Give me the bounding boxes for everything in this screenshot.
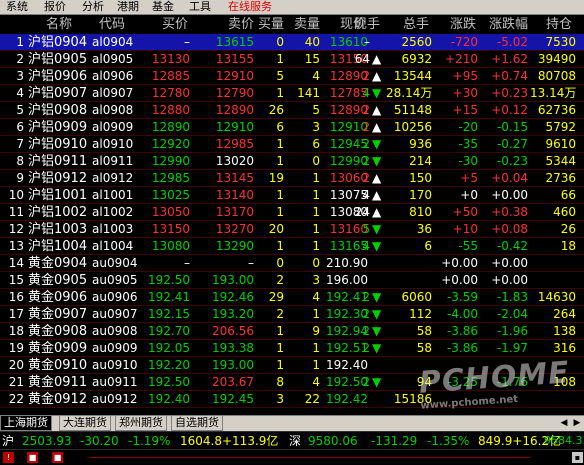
row-separator (0, 407, 584, 408)
quote-row[interactable]: 7 沪铝0910 al0910 12920 12985 1 6 12945 2 ▼ 936 -35 -0… (0, 136, 584, 153)
alert-icon[interactable]: ! (3, 452, 14, 463)
tab-watchlist-futures[interactable]: 自选期货 (171, 416, 223, 431)
signal-icon[interactable]: ■ (27, 452, 38, 463)
quote-row[interactable]: 16 黄金0906 au0906 192.41 192.46 29 4 192.41 2 ▼ 606… (0, 289, 584, 306)
tab-scroll-left-icon[interactable]: ◀ (558, 416, 570, 430)
menu-bar: 系统 报价 分析 港期 基金 工具 在线服务 (0, 0, 584, 15)
tab-zhengzhou-futures[interactable]: 郑州期货 (115, 416, 167, 431)
quote-row[interactable]: 6 沪铝0909 al0909 12890 12910 6 3 12910 2 ▲ 10256 -20… (0, 119, 584, 136)
col-header-open-interest[interactable]: 持仓 (534, 15, 572, 34)
col-header-ask-vol[interactable]: 卖量 (288, 15, 320, 34)
sz-label: 深 (289, 434, 302, 448)
col-header-ask[interactable]: 卖价 (212, 15, 254, 34)
quote-row[interactable]: 20 黄金0910 au0910 192.20 193.00 1 1 192.40 (0, 357, 584, 374)
menu-fund[interactable]: 基金 (152, 0, 174, 14)
tab-shanghai-futures[interactable]: 上海期货 (0, 416, 52, 431)
quote-row[interactable]: 13 沪铝1004 al1004 13080 13290 1 1 13165 4 ▼ 6 -55 -0.… (0, 238, 584, 255)
status-bar: ! ■ ■ ▪ (0, 449, 584, 465)
tab-scroll-right-icon[interactable]: ▶ (571, 416, 583, 430)
menu-system[interactable]: 系统 (6, 0, 28, 14)
col-header-change-pct[interactable]: 涨跌幅 (482, 15, 528, 34)
quote-row[interactable]: 2 沪铝0905 al0905 13130 13155 1 15 13150 64 ▲ 6932 +2… (0, 51, 584, 68)
sh-change-pct: -1.19% (128, 434, 171, 448)
menu-tools[interactable]: 工具 (189, 0, 211, 14)
quote-row[interactable]: 1 沪铝0904 al0904–13615 0 40 13610–2560 -720 -5.0… (0, 34, 584, 51)
sh-amount: 1604.8+113.9亿 (180, 434, 279, 448)
quote-row[interactable]: 5 沪铝0908 al0908 12880 12890 26 5 12890 2 ▲ 51148 +1… (0, 102, 584, 119)
index-ticker: 沪 2503.93 -30.20 -1.19% 1604.8+113.9亿 深 … (0, 431, 584, 450)
extra-index: 9584.3 (544, 434, 583, 447)
sh-index: 2503.93 (22, 434, 72, 448)
col-header-code[interactable]: 代码 (92, 15, 132, 34)
sz-index: 9580.06 (308, 434, 358, 448)
menu-analysis[interactable]: 分析 (82, 0, 104, 14)
col-header-bid-vol[interactable]: 买量 (254, 15, 284, 34)
quote-row[interactable]: 18 黄金0908 au0908 192.70 206.56 1 9 192.94 2 ▼ 58 -3… (0, 323, 584, 340)
table-header: 名称 代码 买价 卖价 买量 卖量 现价 现手 总手 涨跌 涨跌幅 持仓 (0, 15, 584, 34)
quote-row[interactable]: 14 黄金0904 au0904– –0 0 210.90 +0.00 +0.00 (0, 255, 584, 272)
quote-row[interactable]: 4 沪铝0907 al0907 12780 12790 1 141 12785 4 ▼ 28.14万… (0, 85, 584, 102)
col-header-name[interactable]: 名称 (38, 15, 80, 34)
quote-row[interactable]: 12 沪铝1003 al1003 13150 13270 20 1 13160 5 ▼ 36 +10 +… (0, 221, 584, 238)
col-header-bid[interactable]: 买价 (148, 15, 188, 34)
quote-row[interactable]: 8 沪铝0911 al0911 12990 13020 1 0 12990 2 ▼ 214 -30 -0… (0, 153, 584, 170)
sz-change: -131.29 (371, 434, 418, 448)
news-icon[interactable]: ■ (52, 452, 63, 463)
market-tab-bar: 上海期货 大连期货 郑州期货 自选期货 ◀ ▶ (0, 415, 584, 431)
quote-row[interactable]: 21 黄金0911 au0911 192.50 203.67 8 4 192.50 2 ▼ 94 -3… (0, 374, 584, 391)
connection-icon[interactable]: ▪ (572, 452, 583, 463)
quote-row[interactable]: 15 黄金0905 au0905 192.50 193.00 2 3 196.00 +0.00 +… (0, 272, 584, 289)
sh-change: -30.20 (80, 434, 119, 448)
menu-hk-futures[interactable]: 港期 (117, 0, 139, 14)
sz-change-pct: -1.35% (427, 434, 470, 448)
tab-dalian-futures[interactable]: 大连期货 (59, 416, 111, 431)
col-header-total-vol[interactable]: 总手 (391, 15, 429, 34)
col-header-change[interactable]: 涨跌 (440, 15, 476, 34)
quote-row[interactable]: 19 黄金0909 au0909 192.05 193.38 1 1 192.51 2 ▼ 58 -3… (0, 340, 584, 357)
quote-row[interactable]: 22 黄金0912 au0912 192.40 192.45 3 22 192.42 15186 (0, 391, 584, 408)
menu-quotes[interactable]: 报价 (44, 0, 66, 14)
quote-table: 名称 代码 买价 卖价 买量 卖量 现价 现手 总手 涨跌 涨跌幅 持仓 1 沪铝… (0, 15, 584, 415)
quote-row[interactable]: 9 沪铝0912 al0912 12985 13145 19 1 13060 2 ▲ 150 +5 +0… (0, 170, 584, 187)
status-divider (90, 457, 530, 458)
quote-row[interactable]: 10 沪铝1001 al1001 13025 13140 1 1 13075 4 ▲ 170 +0 +0… (0, 187, 584, 204)
col-header-cur-vol[interactable]: 现手 (346, 15, 380, 34)
sh-label: 沪 (2, 434, 15, 448)
quote-row[interactable]: 3 沪铝0906 al0906 12885 12910 5 4 12890 2 ▲ 13544 +95… (0, 68, 584, 85)
quote-row[interactable]: 17 黄金0907 au0907 192.15 193.20 2 1 192.30 2 ▼ 112-… (0, 306, 584, 323)
menu-online-service[interactable]: 在线服务 (228, 0, 272, 14)
quote-row[interactable]: 11 沪铝1002 al1002 13050 13170 1 1 13080 24 ▲ 810 +50… (0, 204, 584, 221)
